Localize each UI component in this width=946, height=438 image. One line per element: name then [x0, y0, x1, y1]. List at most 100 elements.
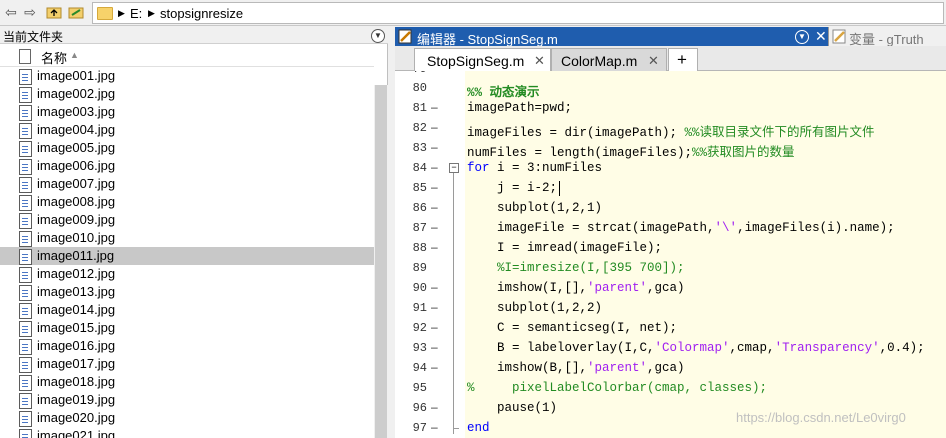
code-line[interactable]: 80%% 动态演示: [395, 78, 946, 100]
file-name: image012.jpg: [37, 266, 116, 281]
jpg-file-icon: [19, 69, 32, 85]
breakpoint-marker[interactable]: –: [431, 140, 438, 154]
breakpoint-marker[interactable]: –: [431, 200, 438, 214]
editor-tab-bar: StopSignSeg.m ✕ ColorMap.m ✕ +: [395, 46, 946, 73]
file-name: image011.jpg: [37, 248, 115, 263]
code-token: imshow(I,[],: [467, 281, 588, 295]
file-name: image006.jpg: [37, 158, 116, 173]
path-drive[interactable]: E:: [130, 6, 142, 21]
code-token: 'parent': [587, 361, 648, 375]
code-token: pause(1): [467, 401, 558, 415]
jpg-file-icon: [19, 123, 32, 139]
breakpoint-marker[interactable]: –: [431, 340, 438, 354]
code-line[interactable]: 93– B = labeloverlay(I,C,'Colormap',cmap…: [395, 338, 946, 358]
file-name: image001.jpg: [37, 68, 116, 83]
breakpoint-marker[interactable]: –: [431, 280, 438, 294]
scrollbar-thumb[interactable]: [375, 85, 387, 438]
tab-label: ColorMap.m: [561, 53, 638, 69]
file-name: image010.jpg: [37, 230, 116, 245]
breakpoint-marker[interactable]: –: [431, 400, 438, 414]
code-line[interactable]: 91– subplot(1,2,2): [395, 298, 946, 318]
breakpoint-marker[interactable]: –: [431, 240, 438, 254]
breakpoint-marker[interactable]: –: [431, 220, 438, 234]
file-list-item[interactable]: image004.jpg: [0, 121, 374, 139]
column-header[interactable]: 名称 ▲: [0, 45, 374, 67]
file-list-item[interactable]: image011.jpg: [0, 247, 374, 265]
file-list-item[interactable]: image003.jpg: [0, 103, 374, 121]
panel-menu-icon[interactable]: ▼: [371, 29, 385, 43]
file-list-item[interactable]: image009.jpg: [0, 211, 374, 229]
file-list-item[interactable]: image006.jpg: [0, 157, 374, 175]
path-separator-icon[interactable]: ▶: [118, 8, 125, 19]
breakpoint-marker[interactable]: –: [431, 300, 438, 314]
file-name: image015.jpg: [37, 320, 116, 335]
code-line[interactable]: 87– imageFile = strcat(imagePath,'\',ima…: [395, 218, 946, 238]
code-line[interactable]: 85– j = i-2;: [395, 178, 946, 198]
file-list-scrollbar[interactable]: [374, 85, 388, 438]
code-line[interactable]: 81– imagePath=pwd;: [395, 98, 946, 118]
tab-close-icon[interactable]: ✕: [648, 53, 659, 69]
add-tab-button[interactable]: +: [668, 48, 698, 72]
forward-arrow-icon[interactable]: ⇨: [21, 3, 39, 21]
code-token: imagePath=pwd;: [467, 101, 573, 115]
fold-toggle-icon[interactable]: −: [449, 163, 459, 173]
breakpoint-marker[interactable]: –: [431, 180, 438, 194]
line-number: 88: [412, 241, 427, 255]
file-list-item[interactable]: image019.jpg: [0, 391, 374, 409]
code-line[interactable]: 83– numFiles = length(imageFiles);%%获取图片的…: [395, 138, 946, 160]
tab-stopsignseg[interactable]: StopSignSeg.m ✕: [414, 48, 551, 73]
code-line[interactable]: 95 % pixelLabelColorbar(cmap, classes);: [395, 378, 946, 398]
file-list-item[interactable]: image021.jpg: [0, 427, 374, 438]
editor-menu-icon[interactable]: ▼: [795, 30, 809, 44]
jpg-file-icon: [19, 177, 32, 193]
code-text: pause(1): [467, 401, 557, 415]
breakpoint-marker[interactable]: –: [431, 320, 438, 334]
file-list-item[interactable]: image013.jpg: [0, 283, 374, 301]
tab-close-icon[interactable]: ✕: [534, 53, 545, 69]
code-area[interactable]: 7980%% 动态演示81–imagePath=pwd;82–imageFile…: [395, 71, 946, 438]
code-text: j = i-2;: [467, 181, 565, 195]
code-line[interactable]: 92– C = semanticseg(I, net);: [395, 318, 946, 338]
file-list-item[interactable]: image016.jpg: [0, 337, 374, 355]
browse-folder-icon[interactable]: [67, 3, 85, 21]
breakpoint-marker[interactable]: –: [431, 100, 438, 114]
variables-tab[interactable]: 变量 - gTruth: [828, 27, 946, 47]
file-list-item[interactable]: image018.jpg: [0, 373, 374, 391]
close-icon[interactable]: ✕: [815, 28, 827, 45]
line-number: 84: [412, 161, 427, 175]
line-number: 86: [412, 201, 427, 215]
code-token: ,imageFiles(i).name);: [737, 221, 895, 235]
file-list-item[interactable]: image008.jpg: [0, 193, 374, 211]
file-list-item[interactable]: image012.jpg: [0, 265, 374, 283]
code-line[interactable]: 88– I = imread(imageFile);: [395, 238, 946, 258]
code-line[interactable]: 82– imageFiles = dir(imagePath); %%读取目录文件…: [395, 118, 946, 140]
file-list-item[interactable]: image014.jpg: [0, 301, 374, 319]
jpg-file-icon: [19, 87, 32, 103]
breakpoint-marker[interactable]: –: [431, 420, 438, 434]
code-line[interactable]: 90– imshow(I,[],'parent',gca): [395, 278, 946, 298]
file-list-item[interactable]: image020.jpg: [0, 409, 374, 427]
code-line[interactable]: 84– for i = 3:numFiles −: [395, 158, 946, 178]
file-list-item[interactable]: image007.jpg: [0, 175, 374, 193]
breakpoint-marker[interactable]: –: [431, 120, 438, 134]
path-separator-icon[interactable]: ▶: [148, 8, 155, 19]
up-folder-icon[interactable]: [45, 3, 63, 21]
code-token: 'parent': [587, 281, 648, 295]
file-list-item[interactable]: image002.jpg: [0, 85, 374, 103]
path-field[interactable]: ▶ E: ▶ stopsignresize: [92, 2, 944, 24]
file-list-item[interactable]: image017.jpg: [0, 355, 374, 373]
file-list-item[interactable]: image010.jpg: [0, 229, 374, 247]
code-line[interactable]: 89 %I=imresize(I,[395 700]);: [395, 258, 946, 278]
file-name: image005.jpg: [37, 140, 116, 155]
file-list-item[interactable]: image001.jpg: [0, 67, 374, 85]
name-column-label: 名称: [41, 51, 68, 66]
code-line[interactable]: 86– subplot(1,2,1): [395, 198, 946, 218]
path-folder[interactable]: stopsignresize: [160, 6, 243, 21]
file-list-item[interactable]: image015.jpg: [0, 319, 374, 337]
back-arrow-icon[interactable]: ⇦: [2, 3, 20, 21]
breakpoint-marker[interactable]: –: [431, 360, 438, 374]
tab-colormap[interactable]: ColorMap.m ✕: [551, 48, 667, 72]
breakpoint-marker[interactable]: –: [431, 160, 438, 174]
code-line[interactable]: 94– imshow(B,[],'parent',gca): [395, 358, 946, 378]
file-list-item[interactable]: image005.jpg: [0, 139, 374, 157]
